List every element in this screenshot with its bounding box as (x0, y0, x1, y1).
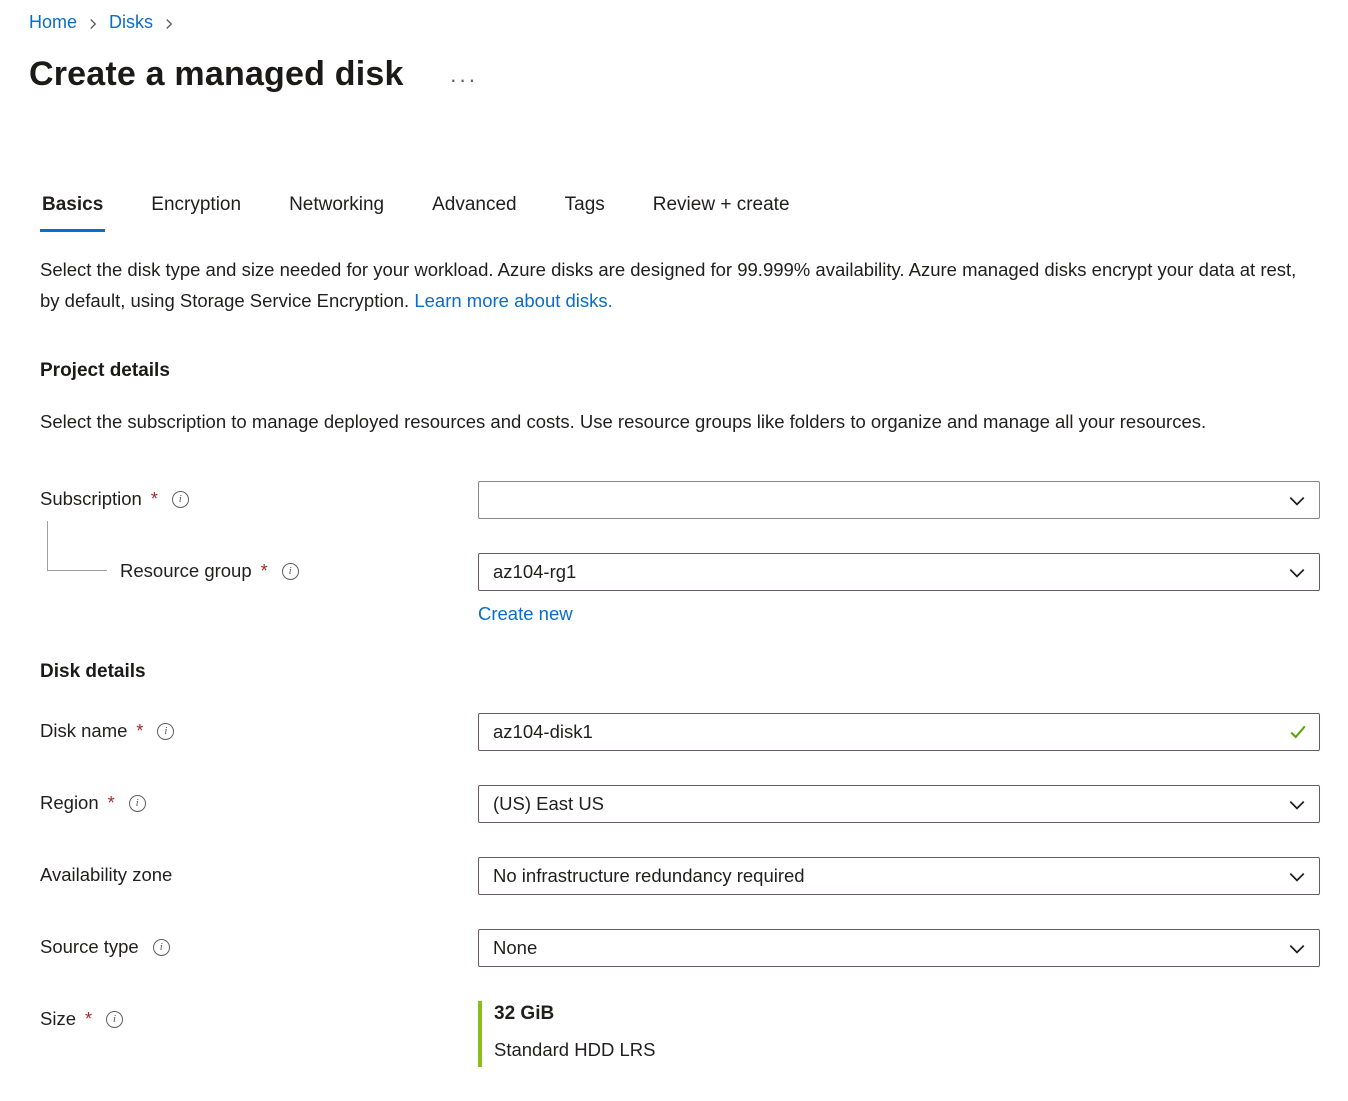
required-asterisk: * (261, 561, 268, 582)
breadcrumb-disks-link[interactable]: Disks (109, 12, 153, 33)
info-icon[interactable] (106, 1011, 123, 1028)
tab-tags[interactable]: Tags (563, 190, 607, 232)
resource-group-value: az104-rg1 (493, 561, 576, 583)
chevron-down-icon (1288, 492, 1306, 515)
availability-zone-label: Availability zone (40, 864, 172, 886)
chevron-down-icon (1288, 868, 1306, 891)
create-managed-disk-page: Home Disks Create a managed disk ··· Bas… (0, 0, 1348, 1067)
info-icon[interactable] (153, 939, 170, 956)
breadcrumb-home-link[interactable]: Home (29, 12, 77, 33)
disk-name-label-cell: Disk name * (40, 713, 478, 742)
source-type-row: Source type None (40, 929, 1320, 967)
chevron-down-icon (1288, 940, 1306, 963)
tab-encryption[interactable]: Encryption (149, 190, 243, 232)
breadcrumb: Home Disks (29, 10, 1330, 33)
valid-check-icon (1289, 723, 1307, 746)
tab-review-create[interactable]: Review + create (651, 190, 792, 232)
region-row: Region * (US) East US (40, 785, 1320, 823)
tab-advanced[interactable]: Advanced (430, 190, 519, 232)
tab-networking[interactable]: Networking (287, 190, 386, 232)
create-new-resource-group-link[interactable]: Create new (478, 603, 573, 625)
required-asterisk: * (151, 489, 158, 510)
region-label-cell: Region * (40, 785, 478, 814)
chevron-right-icon (87, 18, 99, 30)
learn-more-disks-link[interactable]: Learn more about disks. (414, 290, 612, 311)
size-row: Size * 32 GiB Standard HDD LRS (40, 1001, 1320, 1067)
size-label: Size (40, 1008, 76, 1030)
subscription-label: Subscription (40, 488, 142, 510)
intro-text: Select the disk type and size needed for… (40, 254, 1320, 316)
resource-group-row: Resource group* az104-rg1 Create new (40, 553, 1320, 625)
source-type-label: Source type (40, 936, 139, 958)
info-icon[interactable] (129, 795, 146, 812)
title-row: Create a managed disk ··· (29, 55, 1330, 94)
source-type-value: None (493, 937, 537, 959)
resource-group-label-cell: Resource group* (40, 553, 478, 582)
disk-details-form: Disk name* Regi (40, 713, 1320, 1067)
subscription-row: Subscription * (40, 481, 1320, 519)
info-icon[interactable] (157, 723, 174, 740)
disk-name-input[interactable] (478, 713, 1320, 751)
availability-zone-label-cell: Availability zone (40, 857, 478, 886)
page-title: Create a managed disk (29, 55, 404, 94)
chevron-down-icon (1288, 564, 1306, 587)
subscription-label-cell: Subscription * (40, 481, 478, 510)
region-dropdown[interactable]: (US) East US (478, 785, 1320, 823)
disk-name-label: Disk name (40, 720, 127, 742)
region-value: (US) East US (493, 793, 604, 815)
tab-basics[interactable]: Basics (40, 190, 105, 232)
availability-zone-value: No infrastructure redundancy required (493, 865, 805, 887)
required-asterisk: * (136, 721, 143, 742)
resource-group-dropdown[interactable]: az104-rg1 (478, 553, 1320, 591)
source-type-label-cell: Source type (40, 929, 478, 958)
disk-details-heading: Disk details (40, 661, 1320, 683)
project-details-form: Subscription * Resource group* (40, 481, 1320, 1067)
more-options-icon[interactable]: ··· (450, 67, 478, 93)
required-asterisk: * (108, 793, 115, 814)
intro-body: Select the disk type and size needed for… (40, 259, 1296, 311)
chevron-right-icon (163, 18, 175, 30)
indent-connector-line (47, 521, 107, 571)
wizard-tabs: Basics Encryption Networking Advanced Ta… (40, 190, 1330, 232)
availability-zone-dropdown[interactable]: No infrastructure redundancy required (478, 857, 1320, 895)
region-label: Region (40, 792, 99, 814)
required-asterisk: * (85, 1009, 92, 1030)
source-type-dropdown[interactable]: None (478, 929, 1320, 967)
subscription-dropdown[interactable] (478, 481, 1320, 519)
info-icon[interactable] (172, 491, 189, 508)
size-summary: 32 GiB Standard HDD LRS (478, 1001, 1320, 1067)
size-value: 32 GiB (494, 1003, 1320, 1025)
availability-zone-row: Availability zone No infrastructure redu… (40, 857, 1320, 895)
disk-name-row: Disk name * (40, 713, 1320, 751)
chevron-down-icon (1288, 796, 1306, 819)
size-label-cell: Size * (40, 1001, 478, 1030)
project-details-heading: Project details (40, 360, 1320, 382)
project-details-description: Select the subscription to manage deploy… (40, 406, 1320, 437)
size-sku: Standard HDD LRS (494, 1039, 1320, 1061)
info-icon[interactable] (282, 563, 299, 580)
